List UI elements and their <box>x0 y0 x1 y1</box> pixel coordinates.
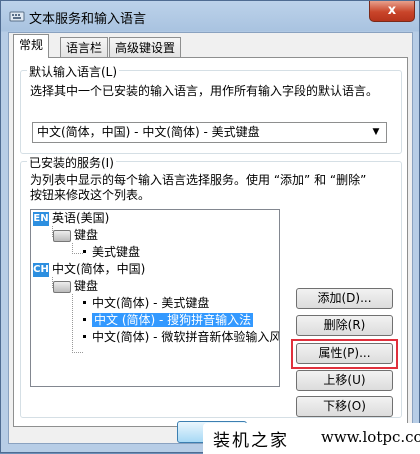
tree-node-en-keyboard[interactable]: 键盘 <box>53 227 98 244</box>
default-language-title: 默认输入语言(L) <box>27 63 120 80</box>
tree-node-ch-keyboard[interactable]: 键盘 <box>53 278 98 295</box>
tree-node-label: 中文(简体) - 微软拼音新体验输入风 <box>92 330 280 344</box>
keyboard-icon <box>53 229 71 242</box>
installed-services-description: 为列表中显示的每个输入语言选择服务。使用 “添加” 和 “删除” 按钮来修改这个… <box>30 173 366 203</box>
bullet-icon <box>83 318 86 321</box>
title-bar[interactable]: 文本服务和输入语言 x <box>1 1 420 31</box>
tab-label: 常规 <box>19 38 44 52</box>
tree-connector <box>72 294 83 353</box>
installed-services-title: 已安装的服务(I) <box>27 154 116 171</box>
tab-advanced-key-settings[interactable]: 高级键设置 <box>109 37 182 57</box>
language-badge-en: EN <box>33 211 49 226</box>
tab-label: 高级键设置 <box>115 41 176 55</box>
default-language-value: 中文(简体，中国) - 中文(简体) - 美式键盘 <box>37 125 260 139</box>
watermark-url: www.lotpc.com <box>321 428 420 446</box>
bullet-icon <box>83 250 86 253</box>
description-line-1: 为列表中显示的每个输入语言选择服务。使用 “添加” 和 “删除” <box>30 173 367 187</box>
tree-node-english[interactable]: EN 英语(美国) <box>33 210 109 227</box>
tree-node-label: 中文(简体，中国) <box>52 262 146 276</box>
tree-connector <box>72 243 83 254</box>
keyboard-app-icon <box>9 11 25 22</box>
move-up-button[interactable]: 上移(U) <box>296 370 393 391</box>
tree-node-label: 键盘 <box>74 279 99 293</box>
button-label: 添加(D)... <box>317 291 372 305</box>
watermark-brand: 装机之家 <box>213 431 289 451</box>
tree-node-label: 美式键盘 <box>92 245 141 259</box>
tab-language-bar[interactable]: 语言栏 <box>60 37 109 57</box>
tree-node-sogou-pinyin[interactable]: 中文 (简体) - 搜狗拼音输入法 <box>83 312 254 329</box>
tree-node-label: 英语(美国) <box>52 211 110 225</box>
bullet-icon <box>83 301 86 304</box>
tree-node-label: 中文(简体) - 美式键盘 <box>92 296 210 310</box>
description-line-2: 按钮来修改这个列表。 <box>30 188 151 202</box>
language-badge-ch: CH <box>33 262 49 277</box>
services-tree[interactable]: EN 英语(美国) 键盘 美式键盘 CH 中文(简体，中国) 键盘 中文(简体) -… <box>30 209 280 387</box>
tab-general[interactable]: 常规 <box>13 34 50 58</box>
remove-button[interactable]: 删除(R) <box>296 315 393 336</box>
default-language-description: 选择其中一个已安装的输入语言，用作所有输入字段的默认语言。 <box>30 84 379 98</box>
properties-button[interactable]: 属性(P)... <box>296 343 393 364</box>
move-down-button[interactable]: 下移(O) <box>296 396 393 417</box>
default-language-select[interactable]: 中文(简体，中国) - 中文(简体) - 美式键盘 ▼ <box>32 122 387 143</box>
tree-node-us-keyboard[interactable]: 美式键盘 <box>83 244 140 261</box>
button-label: 上移(U) <box>323 373 366 387</box>
button-label: 删除(R) <box>323 318 366 332</box>
add-button[interactable]: 添加(D)... <box>296 288 393 309</box>
button-label: 属性(P)... <box>318 346 371 360</box>
close-icon: x <box>387 3 397 18</box>
bullet-icon <box>83 335 86 338</box>
chevron-down-icon: ▼ <box>372 127 380 137</box>
button-label: 下移(O) <box>323 399 366 413</box>
tree-node-label: 键盘 <box>74 228 99 242</box>
tree-node-chinese[interactable]: CH 中文(简体，中国) <box>33 261 145 278</box>
tree-node-label-selected: 中文 (简体) - 搜狗拼音输入法 <box>92 313 254 327</box>
site-watermark: 装机之家 www.lotpc.com <box>203 423 420 454</box>
dialog-client-area: 常规 语言栏 高级键设置 默认输入语言(L) 选择其中一个已安装的输入语言，用作… <box>8 32 413 444</box>
tab-label: 语言栏 <box>66 41 103 55</box>
tree-node-ch-us-keyboard[interactable]: 中文(简体) - 美式键盘 <box>83 295 209 312</box>
window-title: 文本服务和输入语言 <box>29 12 147 27</box>
dialog-window: 文本服务和输入语言 x 常规 语言栏 高级键设置 默认输入语言(L) 选择其中一… <box>0 0 420 454</box>
keyboard-icon <box>53 280 71 293</box>
tree-node-ms-pinyin[interactable]: 中文(简体) - 微软拼音新体验输入风 <box>83 329 280 346</box>
close-button[interactable]: x <box>369 1 415 22</box>
general-tab-panel: 默认输入语言(L) 选择其中一个已安装的输入语言，用作所有输入字段的默认语言。 … <box>13 57 408 427</box>
